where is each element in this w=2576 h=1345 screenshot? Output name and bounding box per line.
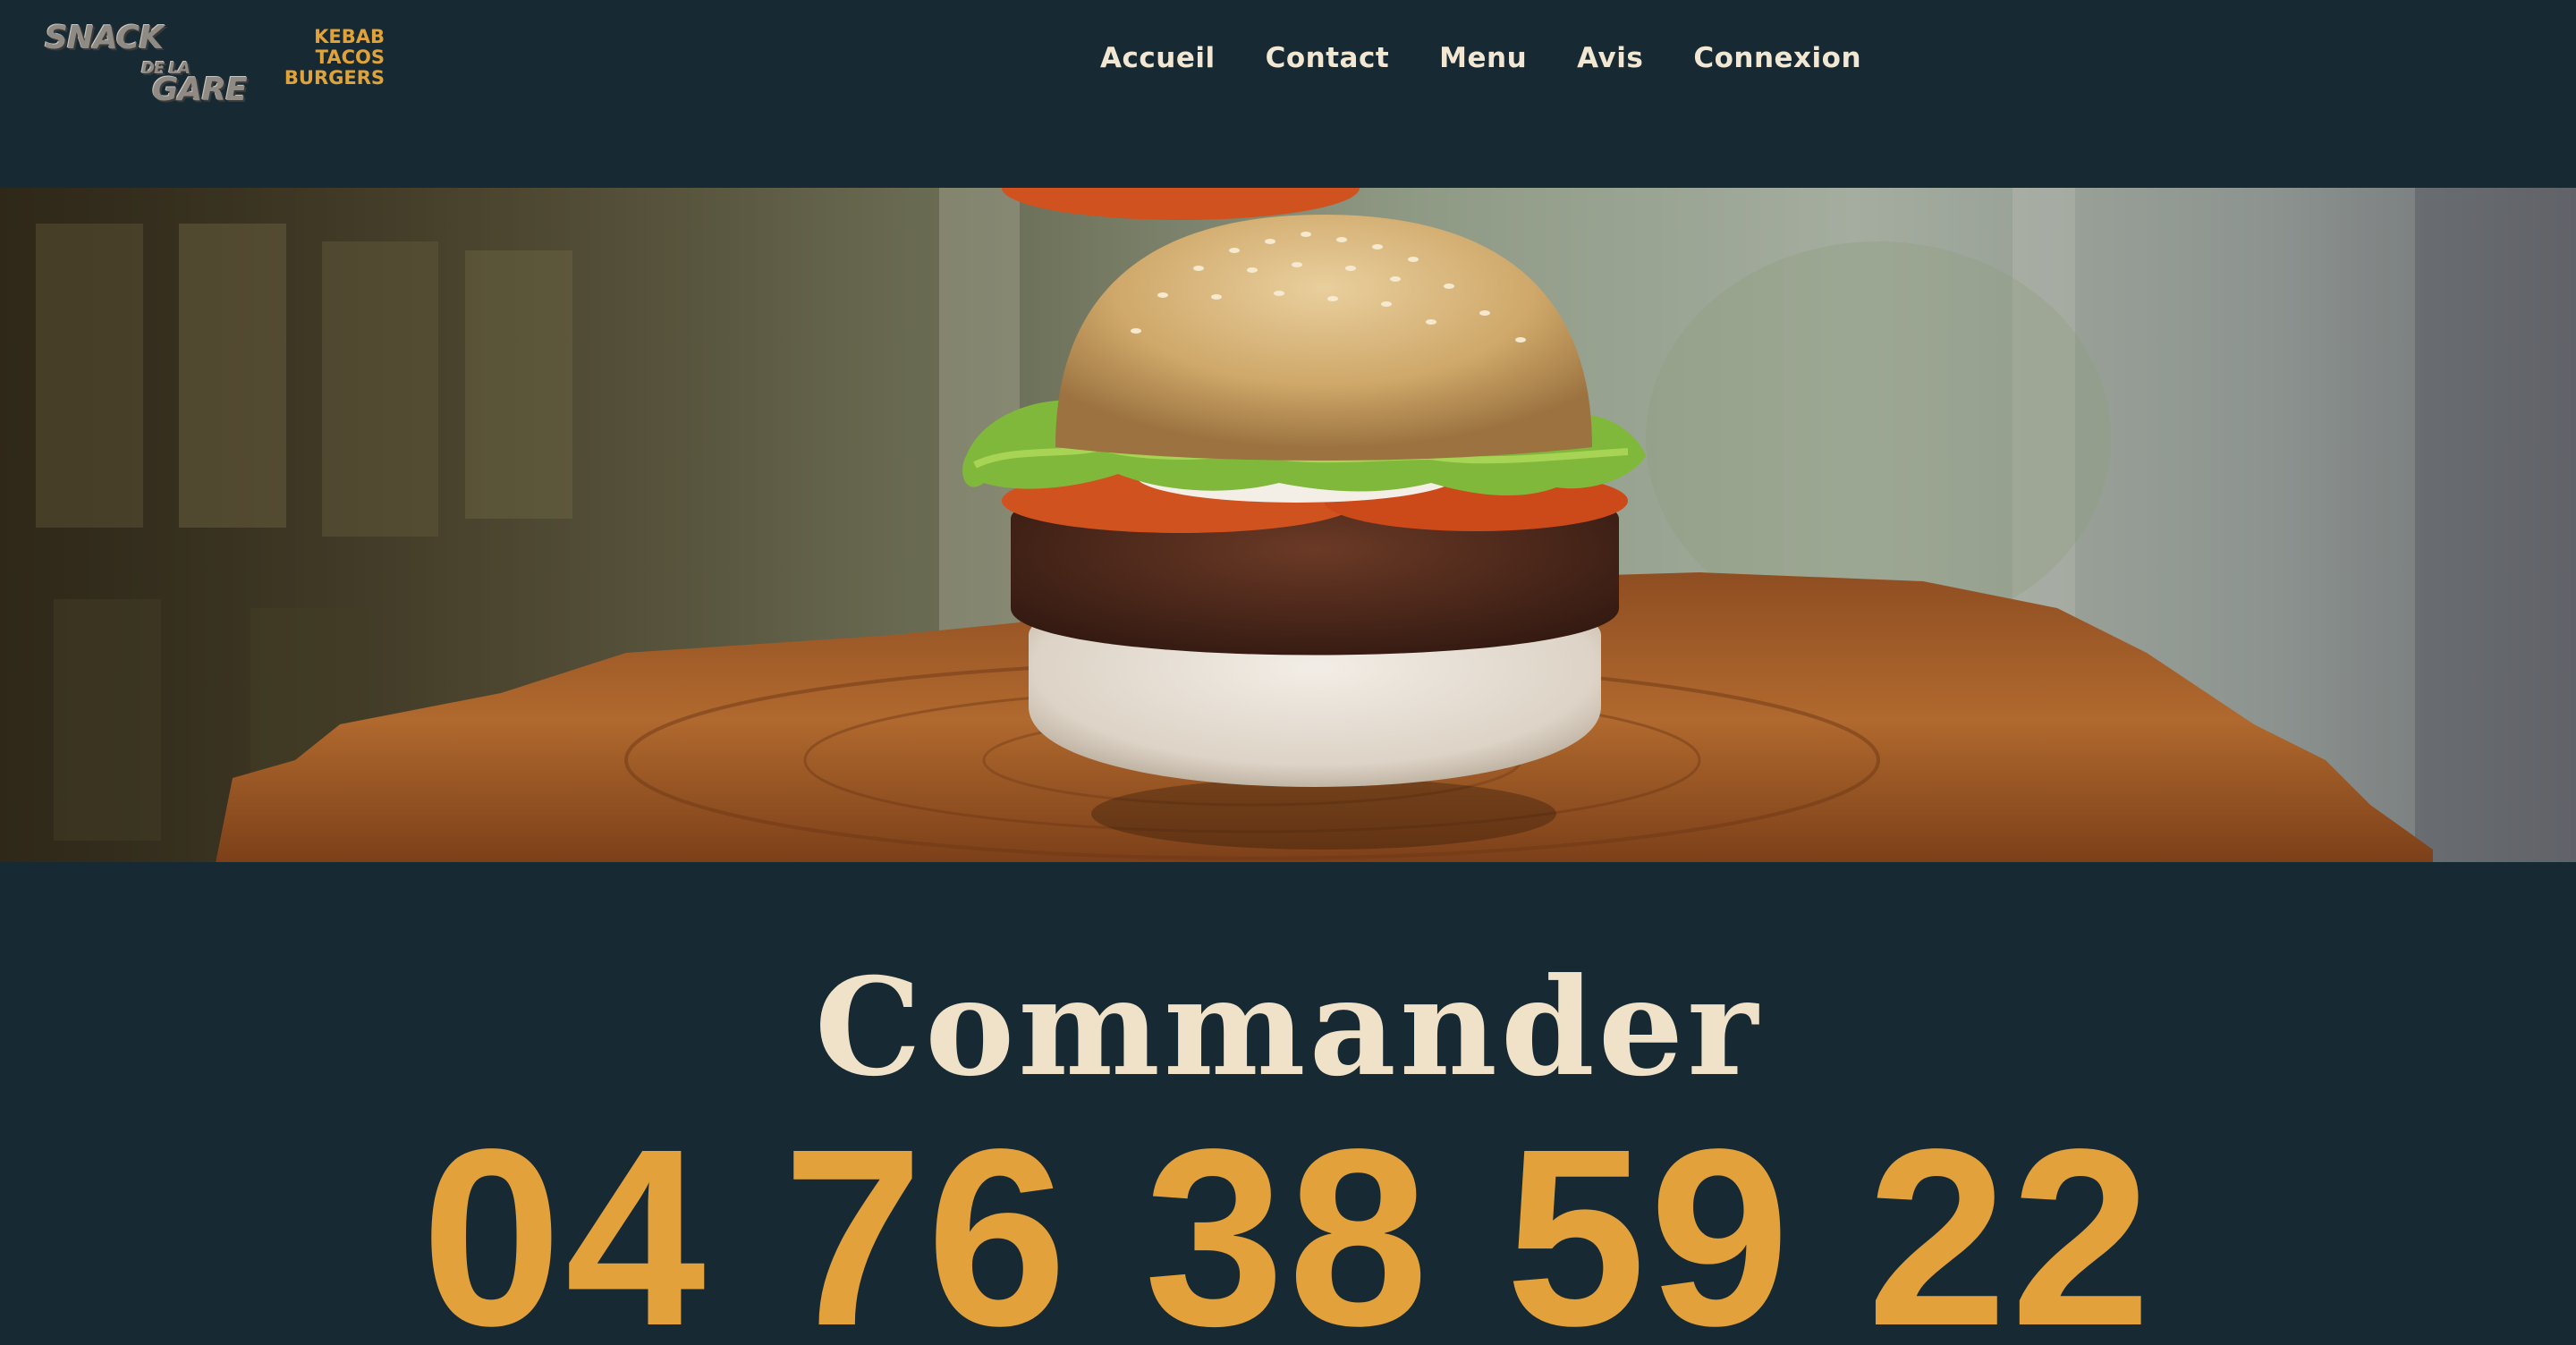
logo-tagline: KEBAB TACOS BURGERS [259, 27, 385, 89]
nav-link-contact[interactable]: Contact [1266, 42, 1390, 74]
nav-link-connexion[interactable]: Connexion [1693, 42, 1861, 74]
site-header: SNACK DE LA GARE KEBAB TACOS BURGERS Acc… [0, 0, 2576, 188]
nav-link-menu[interactable]: Menu [1439, 42, 1527, 74]
logo-word-snack: SNACK [45, 20, 164, 56]
order-phone-number[interactable]: 04 76 38 59 22 [0, 1108, 2576, 1345]
logo-tagline-kebab: KEBAB [314, 26, 385, 47]
hero-burger-image [0, 188, 2576, 862]
main-nav: Accueil Contact Menu Avis Connexion [1100, 36, 1861, 80]
logo-wordmark: SNACK DE LA GARE [45, 20, 250, 109]
logo-word-gare: GARE [152, 72, 248, 108]
order-title: Commander [814, 949, 1762, 1106]
hero-banner [0, 188, 2576, 862]
site-logo[interactable]: SNACK DE LA GARE KEBAB TACOS BURGERS [45, 20, 394, 109]
nav-link-avis[interactable]: Avis [1577, 42, 1643, 74]
logo-tagline-burgers: BURGERS [284, 67, 385, 89]
logo-tagline-tacos: TACOS [315, 47, 385, 68]
order-section: Commander 04 76 38 59 22 [0, 862, 2576, 1345]
nav-link-accueil[interactable]: Accueil [1100, 42, 1216, 74]
